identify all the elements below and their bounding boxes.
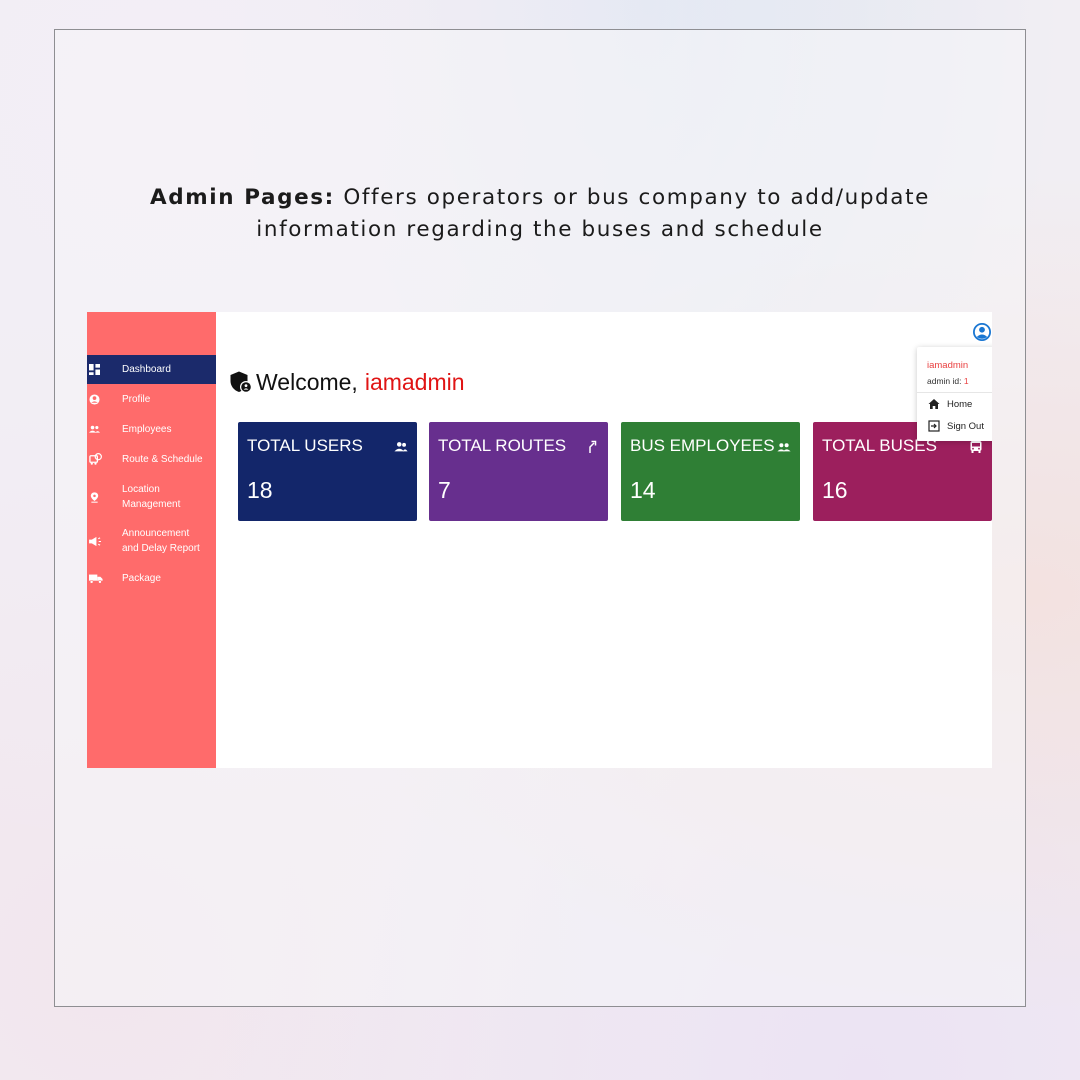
dropdown-sign-out-label: Sign Out [947,420,984,432]
sidebar-item-label: Profile [122,394,151,405]
sidebar-item-announcement[interactable]: Announcement and Delay Report [87,526,216,556]
admin-id-label: admin id: [927,376,962,386]
card-title: TOTAL ROUTES [438,436,567,455]
sidebar-item-package[interactable]: Package [87,571,216,586]
dashboard-icon [89,364,100,375]
dropdown-home-label: Home [947,398,973,410]
admin-app-screenshot: Dashboard Profile Employees Route & Sche… [87,312,992,768]
card-title: BUS EMPLOYEES [630,436,775,455]
dropdown-username: iamadmin [927,360,969,371]
stat-card-total-routes[interactable]: TOTAL ROUTES 7 [429,422,608,521]
location-pin-icon [90,491,99,503]
card-value: 7 [438,477,451,503]
sidebar: Dashboard Profile Employees Route & Sche… [87,312,216,768]
sidebar-item-label: Route & Schedule [122,454,203,465]
admin-id-value: 1 [963,376,969,386]
route-icon [589,440,597,453]
caption-line2-text: information regarding the buses and sche… [256,217,824,242]
bus-route-icon [89,453,102,465]
sidebar-item-label-line1: Announcement [122,528,190,539]
dropdown-home-item[interactable]: Home [928,398,972,410]
account-circle-icon[interactable] [973,323,991,341]
dropdown-admin-id: admin id: 1 [927,376,969,386]
admin-shield-icon [230,371,252,393]
welcome-username: iamadmin [364,368,465,395]
users-icon [394,442,408,452]
profile-icon [89,394,100,405]
sidebar-item-employees[interactable]: Employees [87,422,216,437]
sidebar-item-dashboard[interactable]: Dashboard [87,355,216,384]
welcome-heading: Welcome, iamadmin [229,368,465,396]
sidebar-item-location-management[interactable]: Location Management [87,482,216,512]
caption-bold: Admin Pages: [150,185,335,210]
people-icon [777,443,791,452]
card-value: 16 [822,477,848,503]
sidebar-item-label: Package [122,573,161,584]
slide-caption: Admin Pages: Offers operators or bus com… [54,182,1026,246]
sidebar-item-profile[interactable]: Profile [87,392,216,407]
caption-line-1: Admin Pages: Offers operators or bus com… [54,182,1026,214]
sidebar-item-label-line2: and Delay Report [122,543,200,554]
card-value: 18 [247,477,273,503]
sidebar-item-label-line2: Management [122,499,181,510]
dropdown-sign-out-item[interactable]: Sign Out [928,420,984,432]
bus-icon [970,441,982,453]
sidebar-item-route-schedule[interactable]: Route & Schedule [87,452,216,467]
sign-out-icon [928,420,940,432]
sidebar-item-label: Employees [122,424,172,435]
account-dropdown-menu: iamadmin admin id: 1 Home Sign Out [917,347,992,441]
truck-icon [89,574,103,584]
stat-card-total-users[interactable]: TOTAL USERS 18 [238,422,417,521]
sidebar-item-label-line1: Location [122,484,160,495]
welcome-text: Welcome, [256,368,358,395]
megaphone-icon [89,536,101,546]
dropdown-divider [917,392,992,393]
caption-line1-text: Offers operators or bus company to add/u… [343,185,930,210]
card-value: 14 [630,477,656,503]
card-title: TOTAL USERS [247,436,363,455]
employees-icon [89,425,100,433]
stat-card-bus-employees[interactable]: BUS EMPLOYEES 14 [621,422,800,521]
home-icon [928,399,940,409]
sidebar-item-label: Dashboard [122,364,171,375]
